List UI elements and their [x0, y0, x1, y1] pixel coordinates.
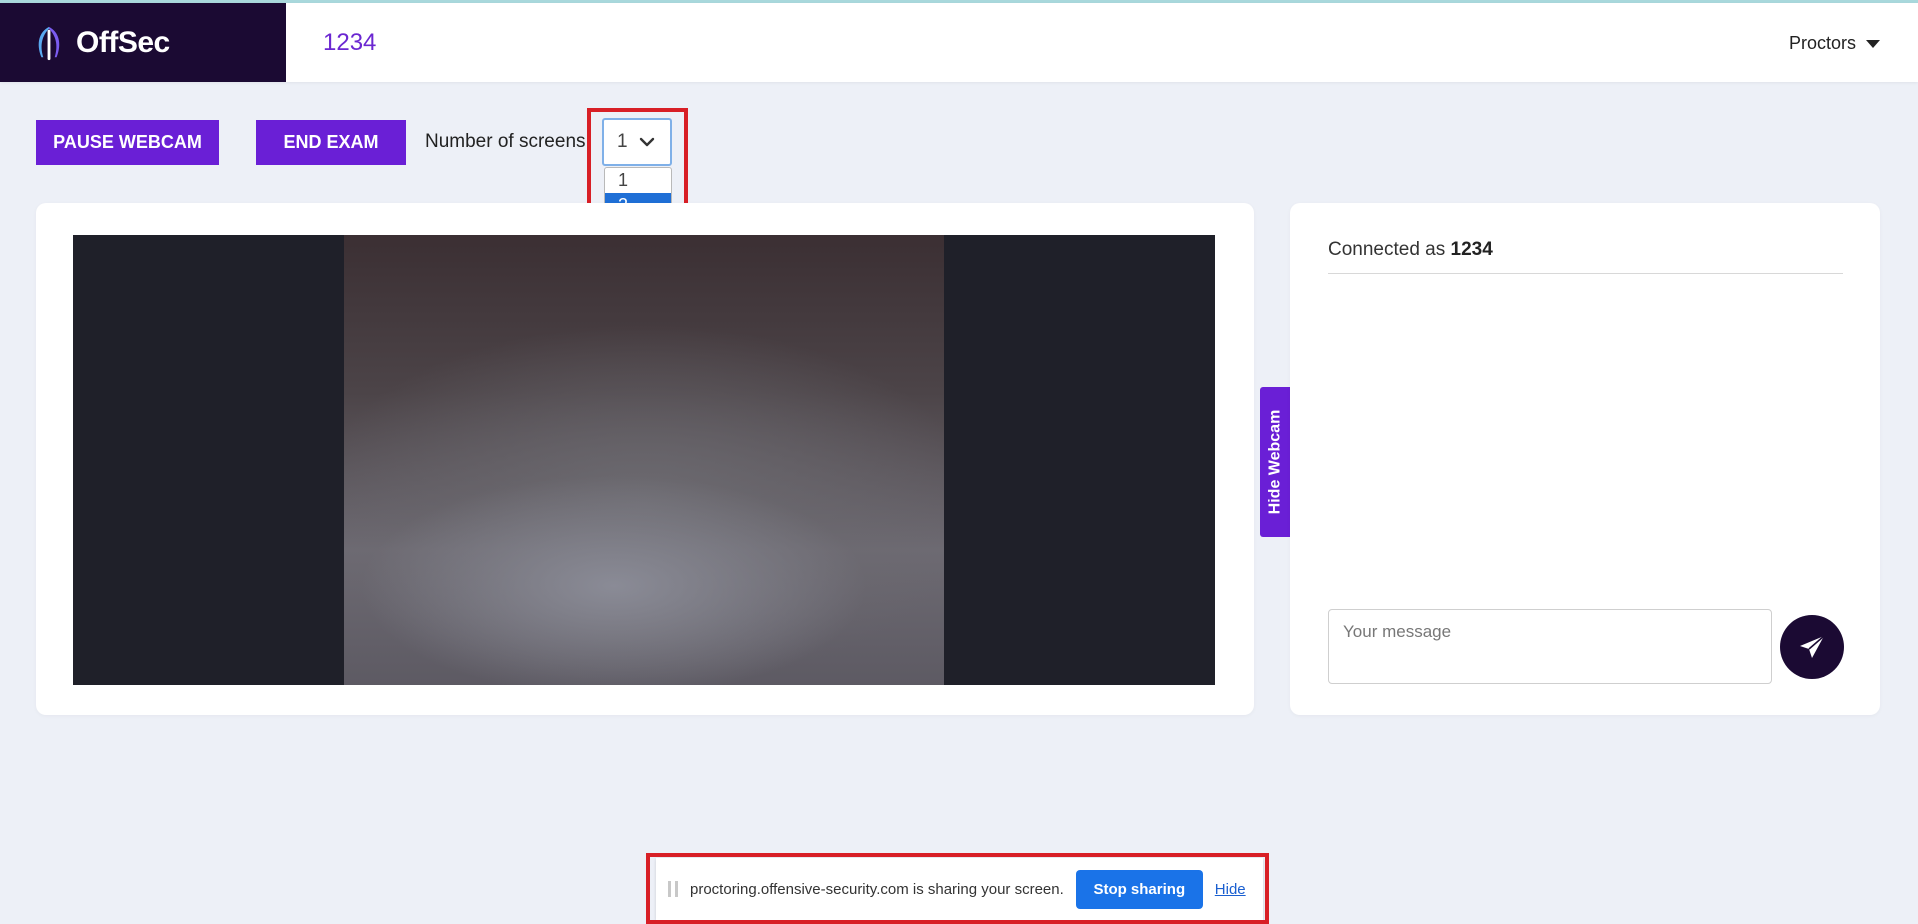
pause-webcam-button[interactable]: PAUSE WEBCAM — [36, 120, 219, 165]
end-exam-button[interactable]: END EXAM — [256, 120, 406, 165]
screens-select-value: 1 — [617, 131, 628, 152]
hide-webcam-button[interactable]: Hide Webcam — [1260, 387, 1290, 537]
send-button[interactable] — [1780, 615, 1844, 679]
screens-select[interactable]: 1 — [602, 118, 672, 166]
caret-down-icon — [1866, 39, 1880, 48]
webcam-video — [73, 235, 1215, 685]
hide-share-bar-link[interactable]: Hide — [1215, 881, 1246, 898]
drag-handle-icon[interactable] — [668, 881, 678, 897]
exam-id: 1234 — [323, 29, 377, 56]
brand-logo[interactable]: OffSec — [0, 3, 286, 82]
message-input[interactable] — [1328, 609, 1772, 684]
screens-label: Number of screens — [425, 131, 586, 152]
offsec-logo-icon — [38, 26, 60, 60]
stop-sharing-button[interactable]: Stop sharing — [1075, 869, 1203, 909]
chat-card: Connected as 1234 — [1290, 203, 1880, 715]
connected-prefix: Connected as — [1328, 239, 1446, 260]
chevron-down-icon — [639, 137, 655, 147]
screens-option-1[interactable]: 1 — [605, 168, 671, 193]
hide-webcam-label: Hide Webcam — [1266, 409, 1283, 515]
app-header: OffSec 1234 Proctors — [0, 3, 1918, 82]
connected-user: 1234 — [1450, 239, 1493, 260]
share-message: proctoring.offensive-security.com is sha… — [690, 880, 1064, 898]
connected-status: Connected as 1234 — [1328, 239, 1843, 274]
webcam-feed — [344, 235, 944, 685]
screen-share-bar: proctoring.offensive-security.com is sha… — [656, 858, 1263, 920]
webcam-card — [36, 203, 1254, 715]
send-icon — [1800, 635, 1825, 658]
proctors-label: Proctors — [1788, 33, 1856, 53]
proctors-menu[interactable]: Proctors — [1789, 33, 1880, 54]
brand-name: OffSec — [76, 25, 170, 59]
